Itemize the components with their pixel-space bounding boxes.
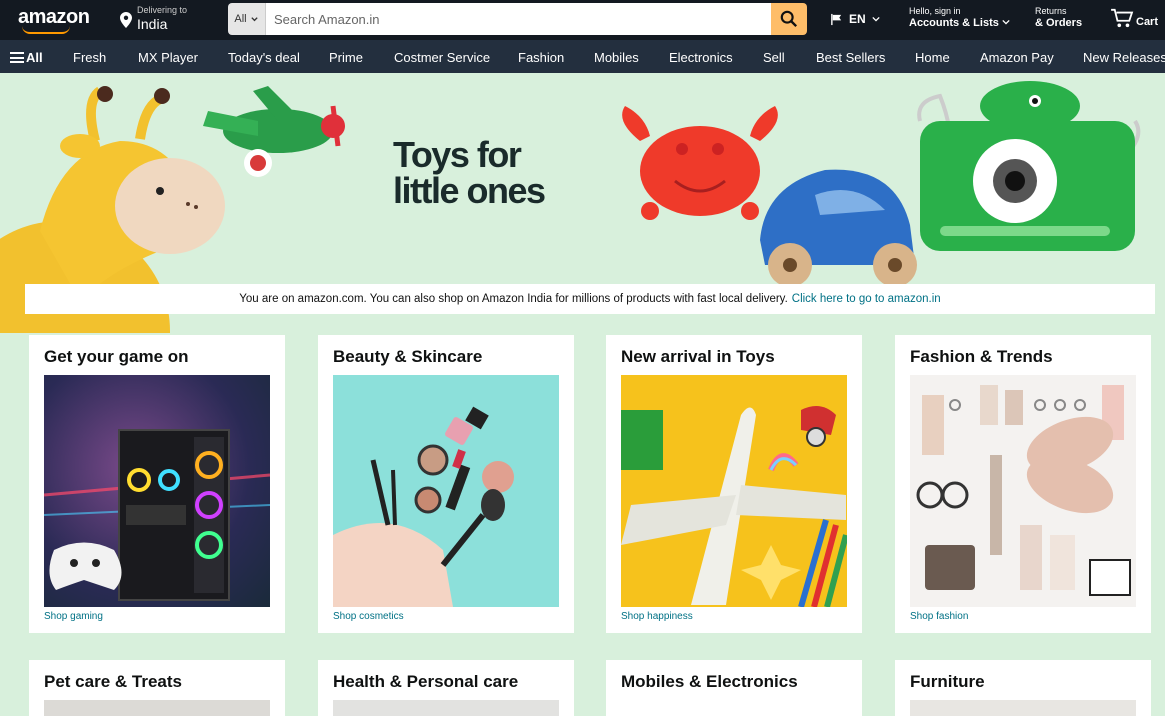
deliver-location: India [137,16,168,32]
flag-icon [831,13,842,25]
nav-item-fresh[interactable]: Fresh [73,50,106,65]
search-button[interactable] [771,3,807,35]
card-link[interactable]: Shop cosmetics [333,611,559,622]
nav-item-electronics[interactable]: Electronics [669,50,733,65]
card-link[interactable]: Shop fashion [910,611,1136,622]
card-mobiles[interactable]: Mobiles & Electronics [606,660,862,716]
amazon-india-notice: You are on amazon.com. You can also shop… [25,284,1155,314]
card-title: Pet care & Treats [44,672,182,691]
language-label: EN [849,12,866,26]
chevron-down-icon [872,16,880,22]
orders-label: & Orders [1035,17,1083,29]
cart-button[interactable]: Cart [1110,8,1158,28]
card-title: Fashion & Trends [910,347,1053,366]
top-nav-bar: amazon Delivering to India All EN Hello,… [0,0,1165,40]
nav-item-prime[interactable]: Prime [329,50,363,65]
pet-care-image[interactable] [44,700,270,716]
hero-title-line-1: Toys for [393,134,522,175]
hero-title: Toys for little ones [393,134,546,211]
cosmetics-image[interactable] [333,375,559,607]
card-beauty[interactable]: Beauty & Skincare Shop cosmetics [318,335,574,633]
card-toys[interactable]: New arrival in Toys Shop happiness [606,335,862,633]
card-health[interactable]: Health & Personal care [318,660,574,716]
language-selector[interactable]: EN [830,12,880,26]
returns-label: Returns [1035,6,1067,16]
search-category-label: All [234,13,247,25]
gaming-pc-illustration [44,429,270,601]
fashion-flatlay-illustration [916,385,1131,596]
hamburger-menu-icon [10,52,24,63]
all-menu-button[interactable]: All [0,40,48,73]
nav-item-best-sellers[interactable]: Best Sellers [816,50,885,65]
go-to-amazon-in-link[interactable]: Click here to go to amazon.in [792,293,941,305]
account-greeting: Hello, sign in [909,6,961,16]
account-label: Accounts & Lists [909,17,999,29]
card-title: New arrival in Toys [621,347,775,366]
search-category-dropdown[interactable]: All [228,3,266,35]
location-pin-icon [120,12,132,28]
car-toy-image [760,169,917,285]
nav-item-mx-player[interactable]: MX Player [138,50,198,65]
card-link[interactable]: Shop gaming [44,611,270,622]
card-fashion[interactable]: Fashion & Trends Shop fashion [895,335,1151,633]
nav-item-new-releases[interactable]: New Releases [1083,50,1165,65]
notice-text: You are on amazon.com. You can also shop… [239,293,788,305]
card-title: Mobiles & Electronics [621,672,798,691]
dino-camera-toy-image [917,81,1141,251]
secondary-nav-bar: All Fresh MX Player Today's deal Prime C… [0,40,1165,73]
card-furniture[interactable]: Furniture [895,660,1151,716]
cart-label: Cart [1136,16,1159,28]
search-icon [780,10,798,28]
gaming-pc-image[interactable] [44,375,270,607]
nav-item-todays-deal[interactable]: Today's deal [228,50,300,65]
search-bar: All [228,3,807,35]
nav-item-amazon-pay[interactable]: Amazon Pay [980,50,1054,65]
hero-title-line-2: little ones [393,170,546,211]
card-title: Get your game on [44,347,189,366]
chevron-down-icon [1002,19,1010,25]
toy-plane-illustration [621,406,847,607]
nav-item-mobiles[interactable]: Mobiles [594,50,639,65]
cosmetics-illustration [333,406,514,607]
deliver-label: Delivering to [137,5,188,15]
cart-icon [1111,8,1134,28]
nav-item-sell[interactable]: Sell [763,50,785,65]
card-pet-care[interactable]: Pet care & Treats [29,660,285,716]
card-title: Beauty & Skincare [333,347,483,366]
search-input[interactable] [266,3,771,35]
fashion-flatlay-image[interactable] [910,375,1136,607]
mobiles-image[interactable] [621,700,847,716]
returns-orders-link[interactable]: Returns & Orders [1035,6,1082,30]
card-link[interactable]: Shop happiness [621,611,847,622]
nav-item-fashion[interactable]: Fashion [518,50,564,65]
card-title: Health & Personal care [333,672,519,691]
chevron-down-icon [250,16,258,21]
card-title: Furniture [910,672,985,691]
toy-plane-image[interactable] [621,375,847,607]
amazon-logo-smile [22,26,70,34]
health-care-image[interactable] [333,700,559,716]
all-menu-label: All [26,50,43,65]
nav-item-home[interactable]: Home [915,50,950,65]
nav-item-customer-service[interactable]: Costmer Service [394,50,490,65]
plane-toy-image [203,86,345,177]
account-lists-menu[interactable]: Hello, sign in Accounts & Lists [909,6,1010,30]
card-gaming[interactable]: Get your game on Shop gaming [29,335,285,633]
furniture-image[interactable] [910,700,1136,716]
deliver-to-location[interactable]: Delivering to India [120,5,187,32]
